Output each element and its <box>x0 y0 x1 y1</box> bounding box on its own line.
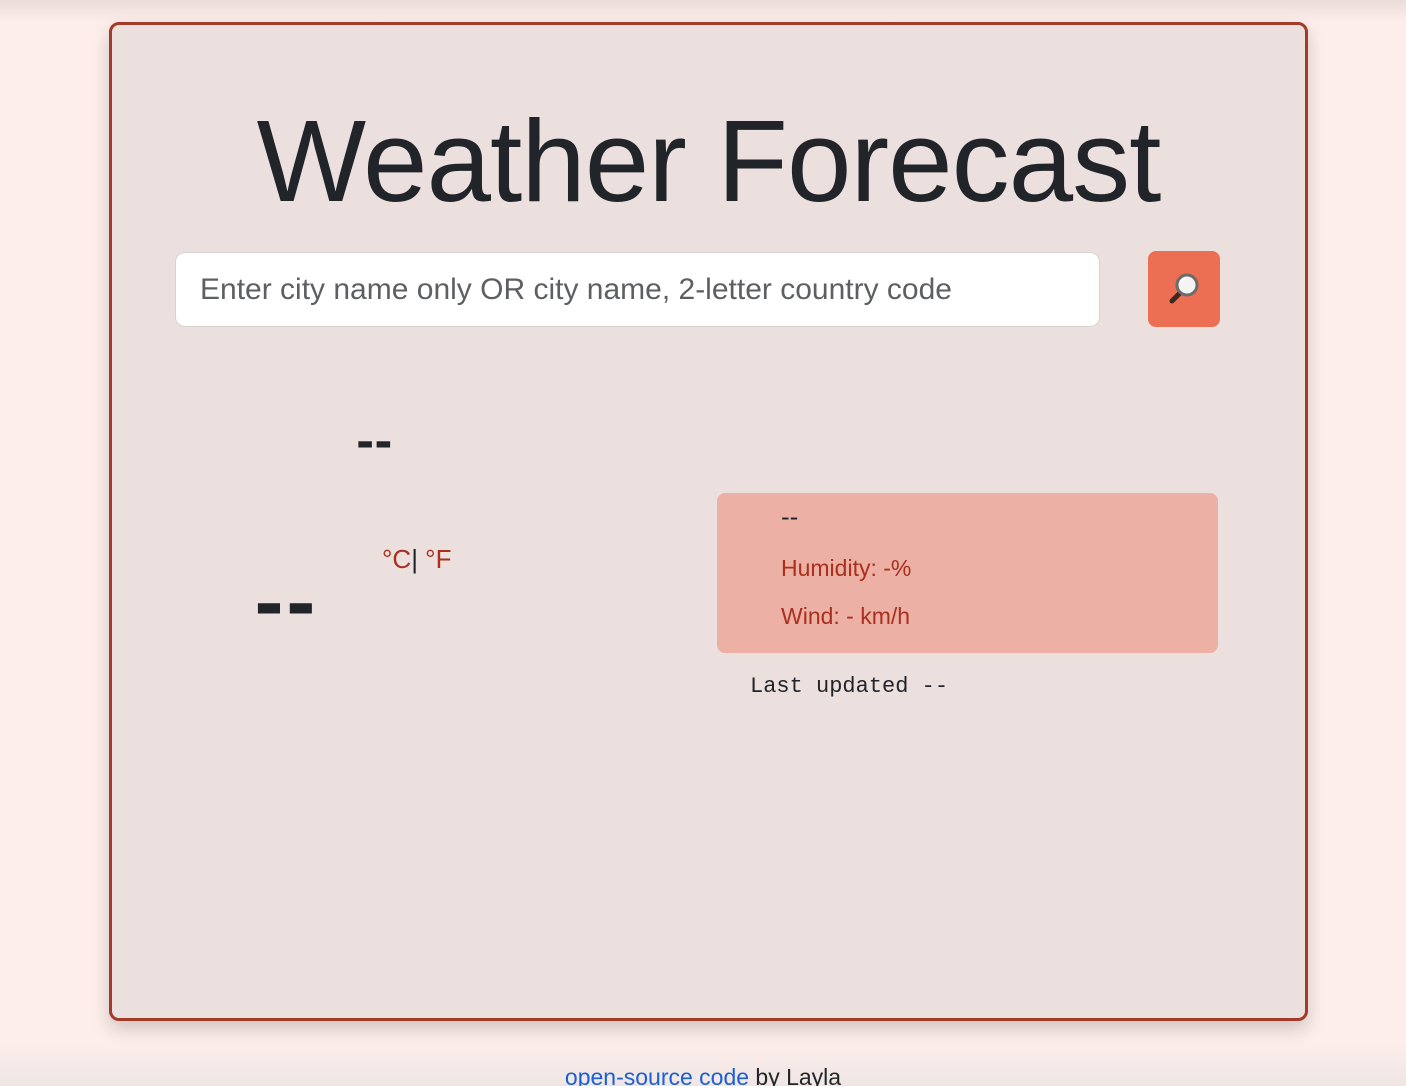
wind-text: Wind: - km/h <box>781 603 911 629</box>
fahrenheit-link[interactable]: °F <box>418 544 451 574</box>
magnifying-glass-icon <box>1166 271 1202 307</box>
weather-card: Weather Forecast -- -- °C| °F -- Humidit… <box>109 22 1308 1021</box>
top-shade <box>0 0 1406 22</box>
unit-toggle: °C| °F <box>382 546 451 572</box>
humidity-text: Humidity: -% <box>781 555 912 581</box>
source-code-link[interactable]: open-source code <box>565 1064 749 1086</box>
unit-separator: | <box>411 544 418 574</box>
city-search-input[interactable] <box>175 252 1100 327</box>
city-name: -- <box>356 417 393 468</box>
search-button[interactable] <box>1148 251 1220 327</box>
footer-author: by Layla <box>749 1064 842 1086</box>
weather-description: -- <box>781 503 799 531</box>
footer: open-source code by Layla <box>0 1066 1406 1086</box>
last-updated-text: Last updated -- <box>750 674 949 699</box>
celsius-link[interactable]: °C <box>382 544 411 574</box>
temperature-value: -- <box>254 562 318 646</box>
page-title: Weather Forecast <box>256 96 1162 226</box>
weather-details-box: -- Humidity: -% Wind: - km/h <box>717 493 1218 653</box>
